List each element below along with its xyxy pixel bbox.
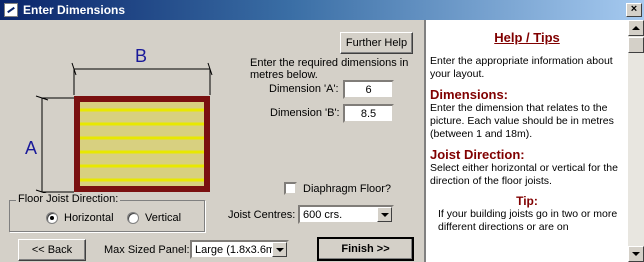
max-panel-label: Max Sized Panel: bbox=[104, 244, 190, 256]
help-joist-text: Select either horizontal or vertical for… bbox=[430, 162, 618, 187]
checkbox-box[interactable] bbox=[284, 182, 297, 195]
joist-centres-select[interactable]: 600 crs. bbox=[298, 205, 394, 224]
app-icon bbox=[4, 3, 18, 17]
help-title: Help / Tips bbox=[494, 30, 560, 45]
close-button[interactable]: × bbox=[626, 3, 642, 17]
dimension-b-field-label: Dimension 'B': bbox=[270, 107, 340, 119]
back-button[interactable]: << Back bbox=[18, 239, 86, 261]
help-panel: Help / Tips Enter the appropriate inform… bbox=[424, 20, 628, 262]
diaphragm-floor-checkbox[interactable]: Diaphragm Floor? bbox=[284, 182, 391, 195]
joist-centres-label: Joist Centres: bbox=[228, 209, 296, 221]
max-panel-value: Large (1.8x3.6m) bbox=[195, 243, 279, 256]
help-dimensions-text: Enter the dimension that relates to the … bbox=[430, 102, 614, 140]
help-tip-heading: Tip: bbox=[516, 194, 538, 208]
dimension-a-label: A bbox=[25, 138, 37, 158]
help-dimensions-heading: Dimensions: bbox=[430, 87, 509, 102]
chevron-down-icon[interactable] bbox=[272, 242, 287, 257]
floor-diagram: B A bbox=[25, 46, 213, 195]
radio-dot[interactable] bbox=[127, 212, 139, 224]
floor-surface bbox=[80, 102, 204, 186]
max-panel-select[interactable]: Large (1.8x3.6m) bbox=[190, 240, 289, 259]
radio-vertical[interactable]: Vertical bbox=[127, 212, 181, 224]
joist-centres-value: 600 crs. bbox=[303, 208, 343, 221]
chevron-down-icon[interactable] bbox=[377, 207, 392, 222]
help-scrollbar[interactable] bbox=[628, 20, 644, 262]
instructions-text: Enter the required dimensions in metres … bbox=[250, 57, 409, 81]
dimension-b-input[interactable]: 8.5 bbox=[343, 104, 394, 123]
help-joist-heading: Joist Direction: bbox=[430, 147, 525, 162]
scroll-up-button[interactable] bbox=[628, 20, 644, 36]
form-panel: B A Further Help Enter the required dime… bbox=[0, 20, 423, 262]
dimension-b-label: B bbox=[135, 46, 147, 66]
title-bar: Enter Dimensions × bbox=[0, 0, 644, 20]
joist-direction-legend: Floor Joist Direction: bbox=[16, 193, 121, 205]
help-intro: Enter the appropriate information about … bbox=[430, 55, 613, 80]
radio-horizontal-label: Horizontal bbox=[64, 212, 114, 224]
window-title: Enter Dimensions bbox=[23, 3, 126, 17]
dimension-a-field-label: Dimension 'A': bbox=[269, 83, 339, 95]
diaphragm-floor-label: Diaphragm Floor? bbox=[303, 182, 392, 195]
scroll-down-button[interactable] bbox=[628, 246, 644, 262]
joist-direction-group: Floor Joist Direction: Horizontal Vertic… bbox=[9, 193, 205, 232]
further-help-button[interactable]: Further Help bbox=[340, 32, 413, 54]
finish-button[interactable]: Finish >> bbox=[317, 237, 414, 261]
finish-label: Finish >> bbox=[341, 243, 390, 255]
dimension-a-input[interactable]: 6 bbox=[343, 80, 394, 99]
help-tip-text: If your building joists go in two or mor… bbox=[438, 208, 618, 233]
radio-vertical-label: Vertical bbox=[145, 212, 182, 224]
scroll-thumb[interactable] bbox=[628, 37, 644, 53]
radio-dot-selected[interactable] bbox=[46, 212, 58, 224]
radio-horizontal[interactable]: Horizontal bbox=[46, 212, 114, 224]
